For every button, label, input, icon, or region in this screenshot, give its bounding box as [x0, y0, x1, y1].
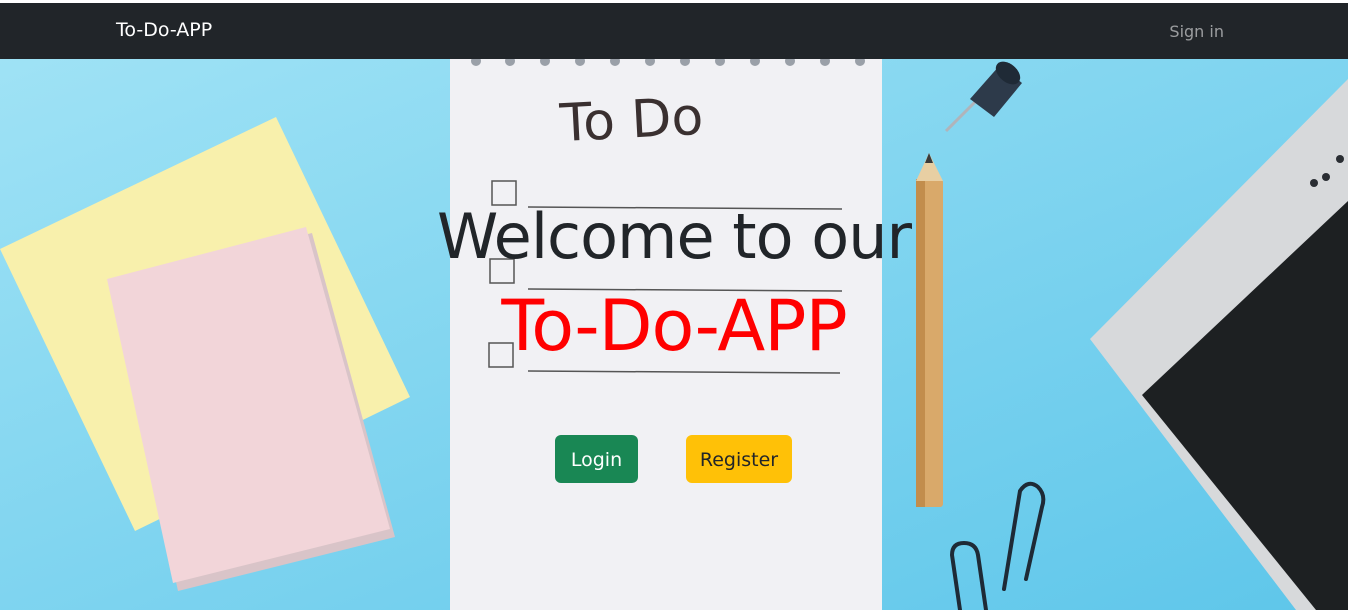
- hero-section: To Do Welcome to our To-Do-APP Login Reg…: [0, 59, 1348, 610]
- navbar: To-Do-APP Sign in: [0, 3, 1348, 59]
- hero-heading-line1: Welcome to our: [437, 200, 912, 273]
- login-button[interactable]: Login: [555, 435, 638, 483]
- hero-heading-line2: To-Do-APP: [501, 285, 847, 367]
- navbar-brand[interactable]: To-Do-APP: [116, 19, 212, 41]
- register-button[interactable]: Register: [686, 435, 792, 483]
- notepad-handwriting: To Do: [558, 87, 705, 154]
- sign-in-link[interactable]: Sign in: [1169, 22, 1224, 41]
